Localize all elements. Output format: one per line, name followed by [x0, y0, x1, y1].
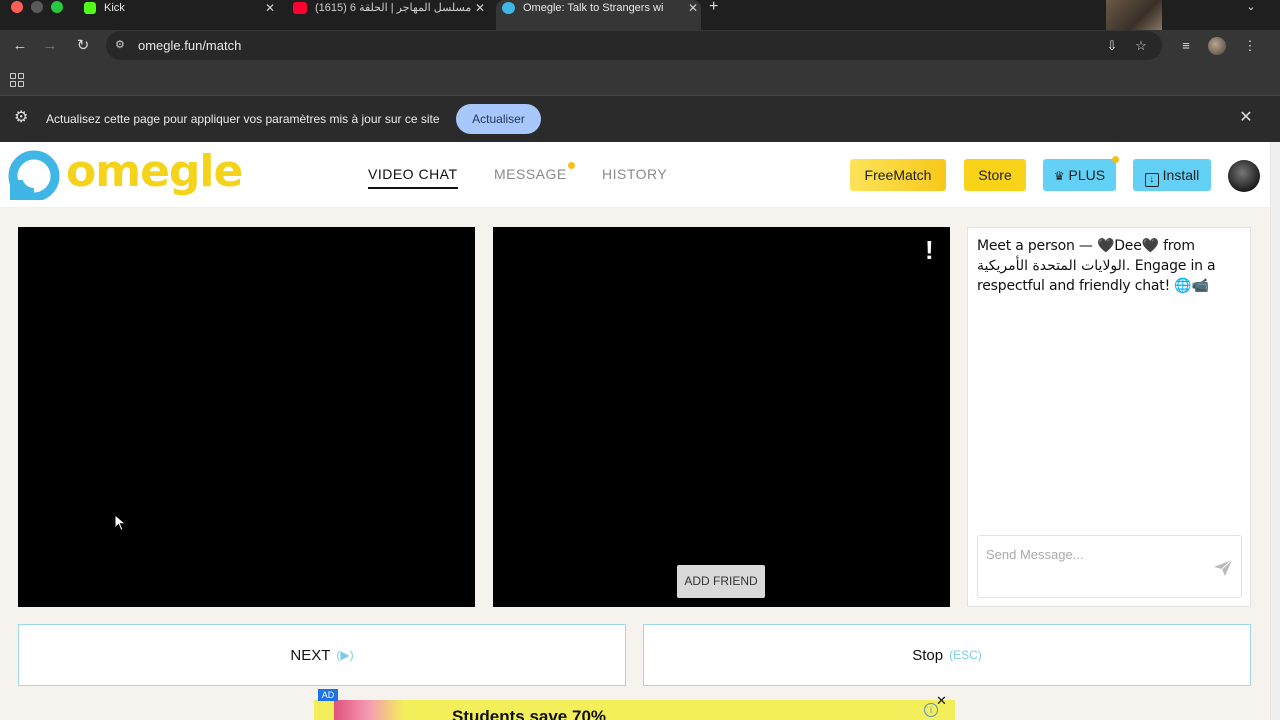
- logo-mark-icon: [8, 150, 60, 200]
- more-menu-icon[interactable]: ⋮: [1240, 36, 1260, 56]
- close-icon[interactable]: ✕: [936, 694, 948, 707]
- tab-title: مسلسل المهاجر | الحلقة 6 (1615): [315, 2, 472, 14]
- freematch-button[interactable]: FreeMatch: [850, 159, 946, 191]
- gear-icon: ⚙: [14, 109, 29, 126]
- nav-video-chat[interactable]: VIDEO CHAT: [368, 166, 458, 189]
- install-label: Install: [1162, 167, 1200, 183]
- notification-dot: [568, 162, 575, 169]
- new-tab-button[interactable]: +: [709, 0, 718, 15]
- stranger-video: [493, 227, 950, 607]
- reload-button[interactable]: ↻: [73, 36, 93, 56]
- send-icon[interactable]: [1213, 559, 1233, 577]
- local-video: [18, 227, 475, 607]
- nav-history[interactable]: HISTORY: [602, 166, 667, 182]
- kick-icon: [84, 2, 96, 14]
- bookmarks-bar: [0, 62, 1280, 96]
- close-icon[interactable]: ✕: [1237, 109, 1255, 127]
- stop-button[interactable]: Stop (ESC): [643, 624, 1251, 686]
- logo-text: omegle: [66, 146, 243, 197]
- system-message: Meet a person — 🖤Dee🖤 from الولايات المت…: [977, 238, 1216, 294]
- report-button[interactable]: !: [925, 237, 934, 263]
- add-friend-button[interactable]: ADD FRIEND: [677, 565, 765, 598]
- camera-preview-thumbnail: [1106, 0, 1162, 32]
- next-button[interactable]: NEXT (▶): [18, 624, 626, 686]
- infobar-message: Actualisez cette page pour appliquer vos…: [46, 112, 440, 126]
- infobar: ⚙ Actualisez cette page pour appliquer v…: [0, 96, 1280, 142]
- profile-avatar[interactable]: [1208, 37, 1226, 55]
- nav-message[interactable]: MESSAGE: [494, 166, 567, 182]
- tab-title: Kick: [104, 2, 125, 14]
- reload-page-button[interactable]: Actualiser: [456, 104, 541, 134]
- ad-badge: AD: [318, 689, 338, 701]
- address-bar[interactable]: ⚙ omegle.fun/match ⇩ ☆: [106, 31, 1162, 60]
- minimize-window-button[interactable]: [31, 1, 43, 13]
- notification-dot: [1112, 156, 1119, 163]
- media-controls-icon[interactable]: ≡: [1176, 36, 1196, 56]
- stop-label: Stop: [912, 646, 944, 664]
- plus-label: PLUS: [1068, 167, 1106, 183]
- omegle-logo[interactable]: omegle: [8, 146, 243, 202]
- plus-button[interactable]: ♛ PLUS: [1043, 159, 1116, 191]
- youtube-icon: [293, 2, 307, 14]
- tab-kick[interactable]: Kick ✕: [78, 0, 278, 30]
- next-label: NEXT: [290, 646, 331, 664]
- message-composer: [977, 535, 1242, 598]
- chevron-down-icon[interactable]: ⌄: [1242, 0, 1260, 16]
- page-scrollbar[interactable]: [1270, 142, 1280, 720]
- site-settings-icon[interactable]: ⚙: [115, 39, 128, 51]
- close-window-button[interactable]: [11, 1, 23, 13]
- ad-image: [334, 700, 404, 720]
- download-icon: ↓: [1144, 173, 1159, 187]
- bookmark-star-icon[interactable]: ☆: [1132, 37, 1150, 55]
- forward-button[interactable]: →: [40, 36, 60, 56]
- stop-hint: (ESC): [949, 648, 982, 662]
- browser-toolbar: ← → ↻ ⚙ omegle.fun/match ⇩ ☆ ≡ ⋮: [0, 30, 1280, 62]
- tab-omegle[interactable]: Omegle: Talk to Strangers wi ✕: [496, 0, 701, 30]
- url-text[interactable]: omegle.fun/match: [138, 38, 241, 53]
- close-icon[interactable]: ✕: [472, 1, 488, 15]
- tab-title: Omegle: Talk to Strangers wi: [523, 2, 664, 14]
- install-button[interactable]: ↓ Install: [1133, 159, 1211, 191]
- tab-youtube[interactable]: مسلسل المهاجر | الحلقة 6 (1615) ✕: [288, 0, 488, 30]
- omegle-icon: [502, 2, 515, 14]
- maximize-window-button[interactable]: [51, 1, 63, 13]
- chat-panel: Meet a person — 🖤Dee🖤 from الولايات المت…: [967, 227, 1251, 607]
- close-icon[interactable]: ✕: [685, 1, 701, 15]
- close-icon[interactable]: ✕: [262, 1, 278, 15]
- apps-grid-icon[interactable]: [10, 73, 24, 87]
- message-input[interactable]: [986, 544, 1206, 564]
- ad-banner[interactable]: Students save 70% i: [314, 700, 955, 720]
- install-app-icon[interactable]: ⇩: [1103, 37, 1121, 55]
- ad-text: Students save 70%: [452, 707, 607, 720]
- back-button[interactable]: ←: [10, 36, 30, 56]
- next-hint: (▶): [336, 648, 354, 662]
- mouse-cursor-icon: [114, 514, 127, 532]
- site-header: omegle VIDEO CHAT MESSAGE HISTORY FreeMa…: [0, 142, 1270, 208]
- store-button[interactable]: Store: [964, 159, 1026, 191]
- crown-icon: ♛: [1053, 169, 1065, 183]
- user-avatar[interactable]: [1228, 160, 1260, 192]
- browser-tab-strip: Kick ✕ مسلسل المهاجر | الحلقة 6 (1615) ✕…: [0, 0, 1280, 32]
